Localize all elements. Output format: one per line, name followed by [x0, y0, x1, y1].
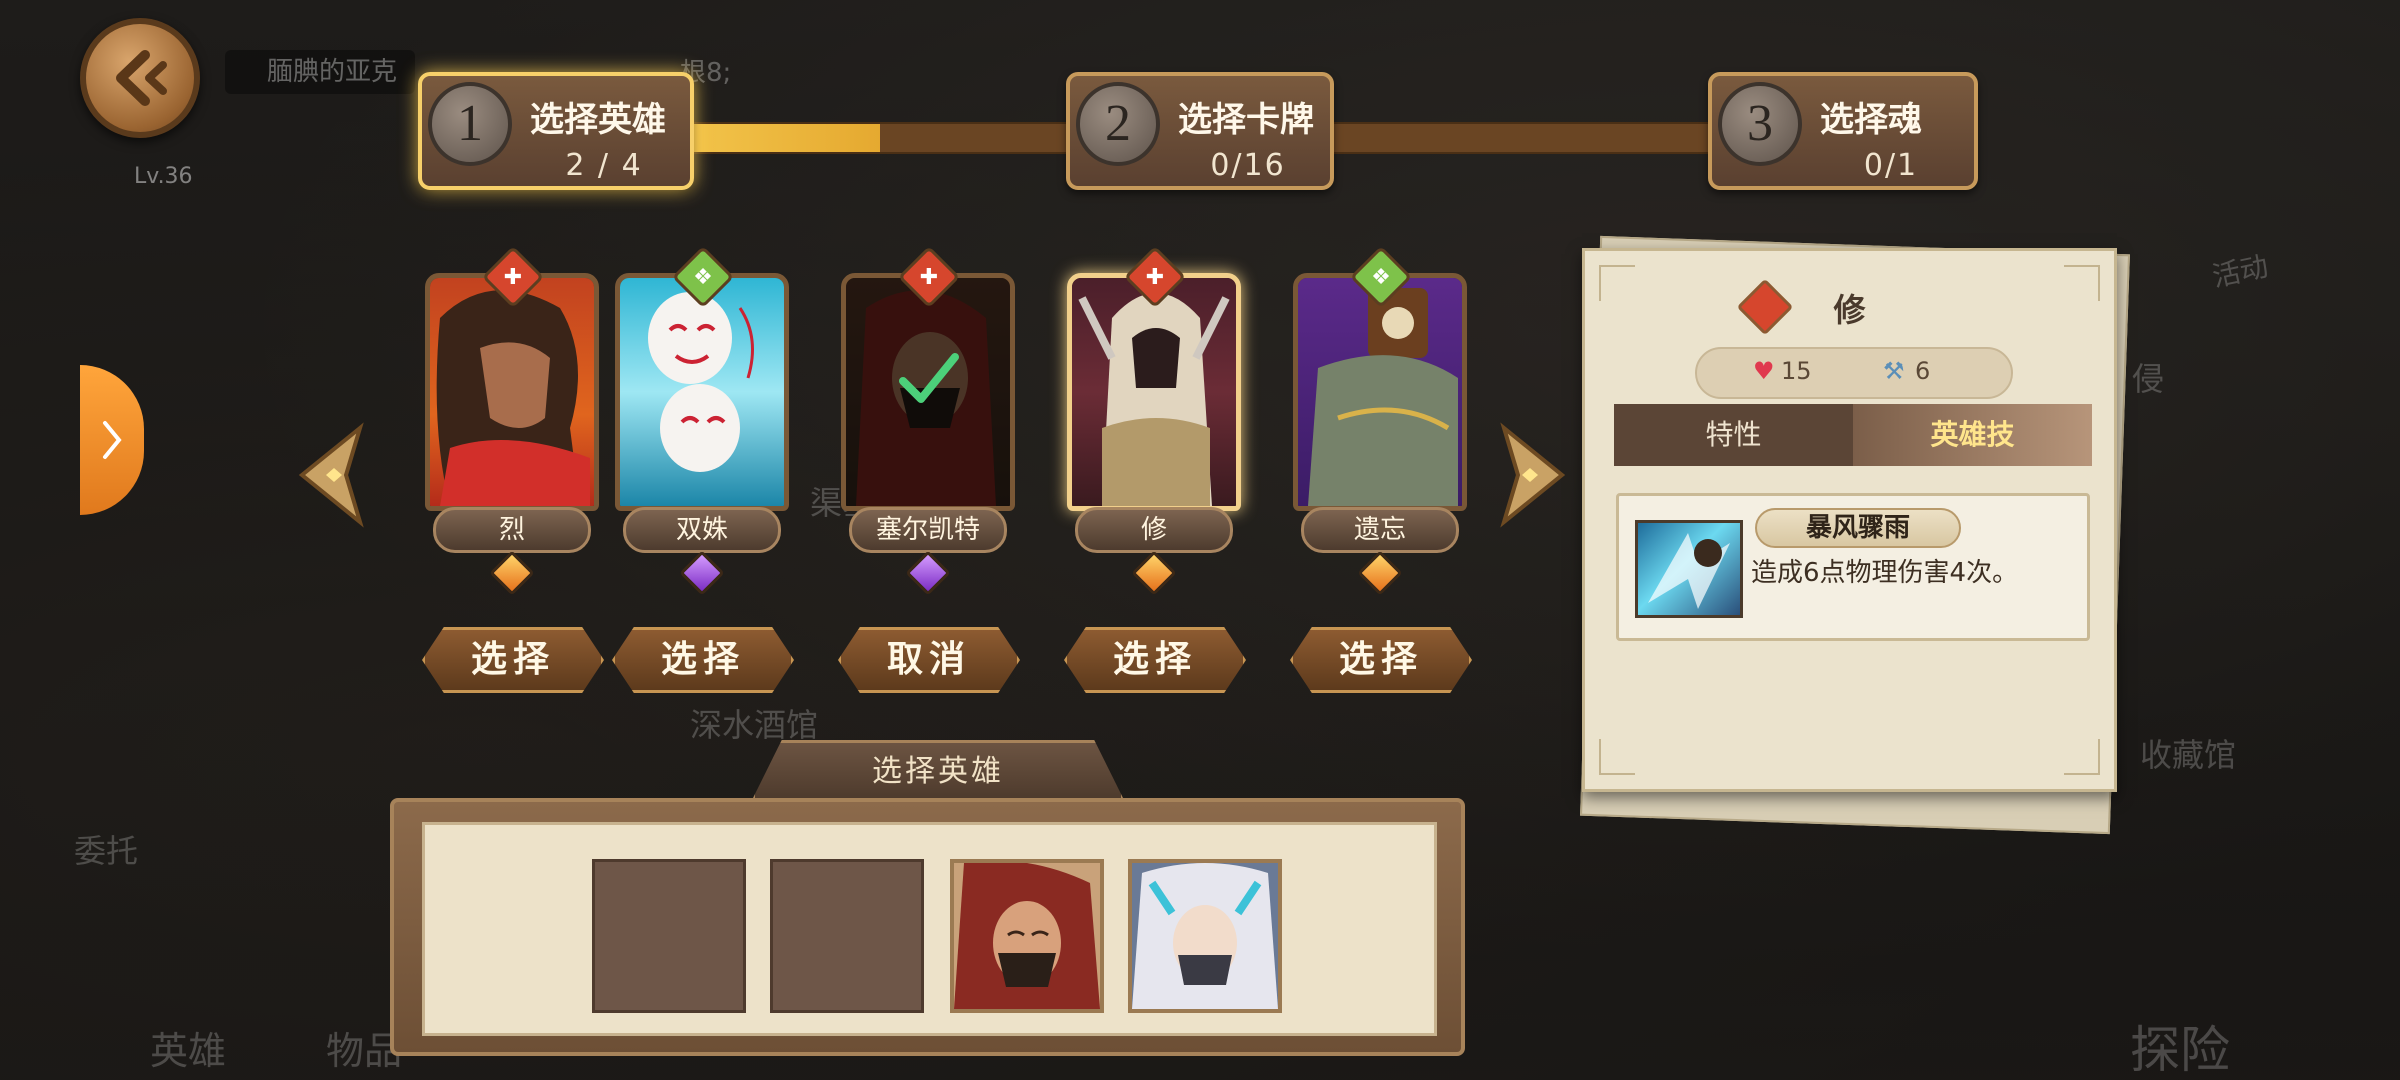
- hero-select-button[interactable]: 选择: [1064, 627, 1246, 693]
- hero-portrait-frame[interactable]: [841, 273, 1015, 511]
- rarity-gem-icon: [1357, 550, 1403, 596]
- hero-card-selket[interactable]: ✚ 塞尔凯特 取消: [833, 245, 1023, 715]
- pick-panel-title: 选择英雄: [752, 740, 1124, 800]
- hero-portrait-lie: [430, 278, 594, 506]
- step-title: 选择魂: [1820, 100, 1922, 140]
- step-title: 选择英雄: [530, 100, 666, 140]
- hero-slot-silver-haired[interactable]: [1128, 859, 1282, 1013]
- carousel-prev-button[interactable]: [290, 420, 370, 530]
- arrow-left-icon: [298, 422, 364, 528]
- step-select-hero[interactable]: 1 选择英雄 2 / 4: [418, 72, 694, 190]
- hero-card-xiu[interactable]: ✚ 修 选择: [1059, 245, 1249, 715]
- selected-check-icon: [899, 353, 959, 404]
- skill-name: 暴风骤雨: [1755, 508, 1961, 548]
- attack-icon: ⚒: [1883, 357, 1905, 385]
- bg-label-heroes: 英雄: [150, 1029, 227, 1073]
- hero-carousel[interactable]: ✚ 烈 选择 ❖ 双姝 选择 ✚ 塞尔凯特 取消 ✚ 修 选择 ❖ 遗忘 选择: [375, 245, 1480, 715]
- hero-portrait-frame[interactable]: [1293, 273, 1467, 511]
- hero-card-lie[interactable]: ✚ 烈 选择: [417, 245, 607, 715]
- rarity-gem-icon: [1131, 550, 1177, 596]
- back-button[interactable]: [80, 18, 200, 138]
- tab-hero-skill[interactable]: 英雄技: [1853, 404, 2092, 466]
- selected-heroes-slots: [422, 822, 1437, 1036]
- rarity-gem-icon: [905, 550, 951, 596]
- back-arrow-icon: [116, 50, 167, 106]
- rarity-gem-icon: [679, 550, 725, 596]
- hero-slot-selket[interactable]: [950, 859, 1104, 1013]
- step-progress-fill: [680, 124, 880, 152]
- heart-icon: ♥: [1753, 357, 1775, 385]
- corner-ornament: [2064, 739, 2100, 775]
- player-name: 腼腆的亚克: [225, 50, 415, 94]
- corner-ornament: [1599, 739, 1635, 775]
- hero-name: 烈: [433, 507, 591, 553]
- hero-portrait-yiwang: [1298, 278, 1462, 506]
- hero-slot-empty[interactable]: [770, 859, 924, 1013]
- hero-cancel-button[interactable]: 取消: [838, 627, 1020, 693]
- hero-select-button[interactable]: 选择: [1290, 627, 1472, 693]
- bg-label-collection: 收藏馆: [2140, 736, 2237, 774]
- hero-portrait-frame[interactable]: [615, 273, 789, 511]
- chevron-right-icon: [103, 421, 122, 459]
- bg-label-commission: 委托: [74, 832, 139, 870]
- attack-value: 6: [1915, 357, 1931, 385]
- rarity-gem-icon: [489, 550, 535, 596]
- hero-portrait-frame[interactable]: [1067, 273, 1241, 511]
- carousel-next-button[interactable]: [1494, 420, 1574, 530]
- detail-hero-name: 修: [1833, 291, 1866, 329]
- hero-slot-empty[interactable]: [592, 859, 746, 1013]
- hero-stats-bar: ♥ 15 ⚒ 6: [1695, 347, 2013, 399]
- hero-select-button[interactable]: 选择: [612, 627, 794, 693]
- hero-avatar-silver-haired: [1132, 863, 1278, 1009]
- detail-tabs: 特性 英雄技: [1614, 404, 2092, 466]
- arrow-right-icon: [1500, 422, 1566, 528]
- hero-portrait-xiu: [1072, 278, 1236, 506]
- player-level: Lv.36: [134, 164, 193, 189]
- step-count: 2 / 4: [565, 148, 643, 183]
- tab-traits[interactable]: 特性: [1614, 404, 1853, 466]
- hero-name: 双姝: [623, 507, 781, 553]
- hero-name: 修: [1075, 507, 1233, 553]
- hero-card-yiwang[interactable]: ❖ 遗忘 选择: [1285, 245, 1475, 715]
- hero-select-button[interactable]: 选择: [422, 627, 604, 693]
- hero-name: 遗忘: [1301, 507, 1459, 553]
- hero-avatar-selket: [954, 863, 1100, 1009]
- hero-name: 塞尔凯特: [849, 507, 1007, 553]
- selected-heroes-panel: [390, 798, 1465, 1056]
- step-title: 选择卡牌: [1178, 100, 1314, 140]
- hero-detail-panel: 修 ♥ 15 ⚒ 6 特性 英雄技 暴风骤雨 造成6点物理伤害4次。: [1582, 248, 2117, 792]
- skill-description: 造成6点物理伤害4次。: [1751, 558, 2019, 588]
- bg-label-explore: 探险: [2130, 1021, 2230, 1079]
- step-count: 0/16: [1210, 148, 1286, 183]
- skill-storm-icon: [1635, 520, 1743, 618]
- step-select-cards[interactable]: 2 选择卡牌 0/16: [1066, 72, 1334, 190]
- hp-value: 15: [1781, 357, 1812, 385]
- hero-portrait-shuangshu: [620, 278, 784, 506]
- bg-label-invade: 侵: [2132, 360, 2165, 398]
- hero-portrait-frame[interactable]: [425, 273, 599, 511]
- step-count: 0/1: [1863, 148, 1919, 183]
- skill-card: 暴风骤雨 造成6点物理伤害4次。: [1616, 493, 2090, 641]
- step-select-soul[interactable]: 3 选择魂 0/1: [1708, 72, 1978, 190]
- hero-card-shuangshu[interactable]: ❖ 双姝 选择: [607, 245, 797, 715]
